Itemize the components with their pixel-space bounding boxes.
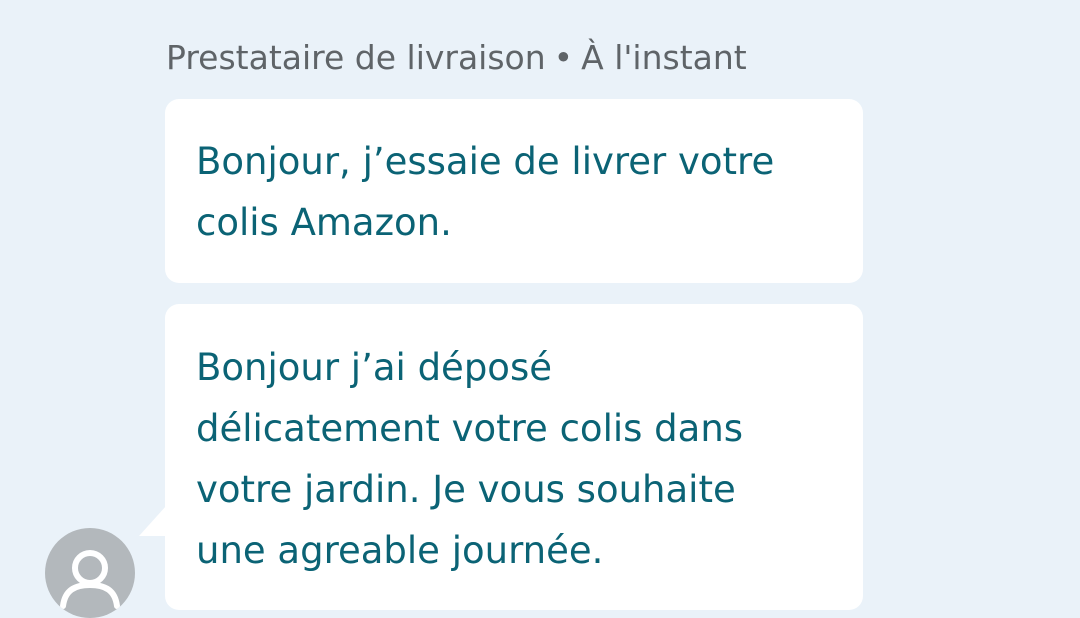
- bubble-tail: [139, 506, 166, 536]
- message-text-line: votre jardin. Je vous souhaite: [196, 468, 736, 511]
- sender-name: Prestataire de livraison: [166, 38, 546, 77]
- sender-avatar: [45, 528, 135, 618]
- message-text-line: Bonjour j’ai déposé: [196, 346, 552, 389]
- message-text-line: une agreable journée.: [196, 529, 604, 572]
- user-avatar-icon: [60, 550, 120, 609]
- message-text-line: colis Amazon.: [196, 201, 452, 244]
- message-text-line: Bonjour, j’essaie de livrer votre: [196, 140, 775, 183]
- message-bubble[interactable]: Bonjour j’ai déposé délicatement votre c…: [165, 304, 863, 610]
- message-text-line: délicatement votre colis dans: [196, 407, 744, 450]
- chat-thread: Prestataire de livraison • À l'instant Bon…: [0, 0, 1080, 618]
- message-bubble[interactable]: Bonjour, j’essaie de livrer votre colis …: [165, 99, 863, 283]
- separator-dot: •: [553, 38, 574, 77]
- message-time: À l'instant: [581, 38, 747, 77]
- message-header: Prestataire de livraison • À l'instant: [166, 36, 747, 80]
